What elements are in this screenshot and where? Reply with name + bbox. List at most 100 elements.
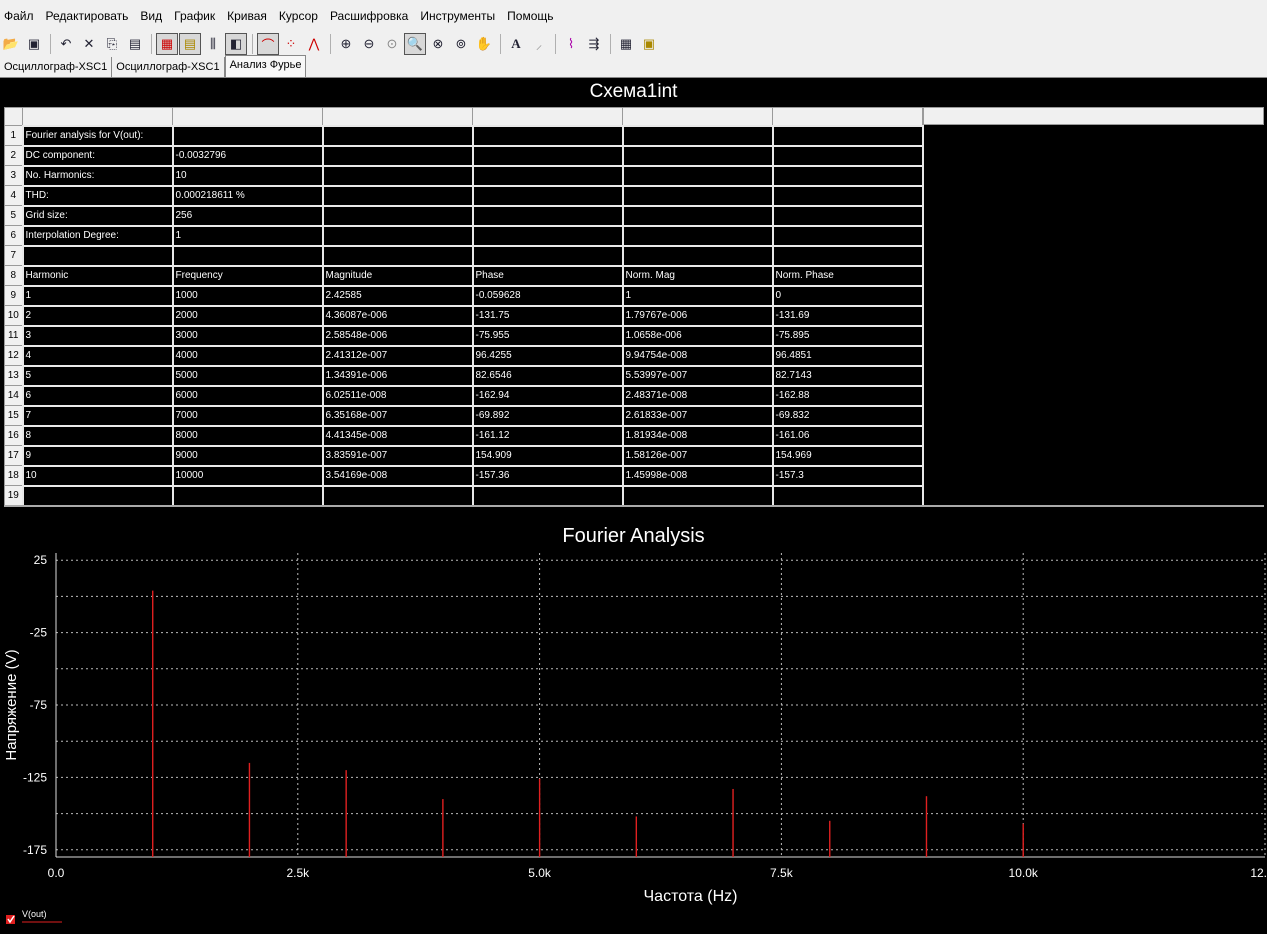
curve-icon[interactable]: ⌒: [257, 33, 279, 55]
table-cell[interactable]: -162.88: [771, 384, 924, 407]
table-cell[interactable]: 4.41345e-008: [321, 424, 474, 447]
zoom-in-icon[interactable]: ⊕: [335, 33, 357, 55]
table-cell[interactable]: [471, 244, 624, 267]
row-number[interactable]: 3: [4, 165, 23, 186]
table-cell[interactable]: -0.0032796: [171, 144, 324, 167]
table-cell[interactable]: [621, 184, 774, 207]
tab-2[interactable]: Анализ Фурье: [224, 55, 307, 77]
table-cell[interactable]: 154.909: [471, 444, 624, 467]
table-cell[interactable]: [771, 244, 924, 267]
tab-1[interactable]: Осциллограф-XSC1: [112, 57, 225, 77]
table-cell[interactable]: [771, 484, 924, 507]
column-header[interactable]: [22, 107, 173, 126]
menu-item-8[interactable]: Помощь: [507, 9, 559, 23]
table-cell[interactable]: [21, 484, 174, 507]
table-cell[interactable]: 1.58126e-007: [621, 444, 774, 467]
table-cell[interactable]: [321, 184, 474, 207]
table-cell[interactable]: -162.94: [471, 384, 624, 407]
table-cell[interactable]: -131.69: [771, 304, 924, 327]
table-cell[interactable]: -69.832: [771, 404, 924, 427]
zoom-area-icon[interactable]: 🔍: [404, 33, 426, 55]
table-cell[interactable]: 1.34391e-006: [321, 364, 474, 387]
table-cell[interactable]: 8000: [171, 424, 324, 447]
calculator-icon[interactable]: ▣: [638, 33, 660, 55]
table-cell[interactable]: [471, 144, 624, 167]
table-cell[interactable]: 256: [171, 204, 324, 227]
table-cell[interactable]: Norm. Phase: [771, 264, 924, 287]
table-cell[interactable]: -75.895: [771, 324, 924, 347]
menu-item-1[interactable]: Редактировать: [46, 9, 135, 23]
table-cell[interactable]: Frequency: [171, 264, 324, 287]
table-cell[interactable]: -69.892: [471, 404, 624, 427]
table-cell[interactable]: 154.969: [771, 444, 924, 467]
table-cell[interactable]: Magnitude: [321, 264, 474, 287]
table-cell[interactable]: 4.36087e-006: [321, 304, 474, 327]
column-header[interactable]: [472, 107, 623, 126]
table-cell[interactable]: 82.6546: [471, 364, 624, 387]
properties-icon[interactable]: ▦: [615, 33, 637, 55]
legend-icon[interactable]: ▤: [179, 33, 201, 55]
table-cell[interactable]: 1.81934e-008: [621, 424, 774, 447]
tab-0[interactable]: Осциллограф-XSC1: [0, 57, 113, 77]
paste-icon[interactable]: ▤: [124, 33, 146, 55]
export-icon[interactable]: ⇶: [583, 33, 605, 55]
table-cell[interactable]: 2.58548e-006: [321, 324, 474, 347]
row-number[interactable]: 5: [4, 205, 23, 226]
table-cell[interactable]: [471, 184, 624, 207]
table-cell[interactable]: [171, 244, 324, 267]
table-cell[interactable]: 1.45998e-008: [621, 464, 774, 487]
row-number[interactable]: 18: [4, 465, 23, 486]
table-cell[interactable]: [771, 164, 924, 187]
table-cell[interactable]: -157.36: [471, 464, 624, 487]
table-cell[interactable]: 6: [21, 384, 174, 407]
row-number[interactable]: 14: [4, 385, 23, 406]
table-cell[interactable]: 3.83591e-007: [321, 444, 474, 467]
row-number[interactable]: 11: [4, 325, 23, 346]
table-cell[interactable]: 9000: [171, 444, 324, 467]
table-cell[interactable]: [321, 204, 474, 227]
table-cell[interactable]: 9: [21, 444, 174, 467]
table-cell[interactable]: -161.12: [471, 424, 624, 447]
table-cell[interactable]: 2: [21, 304, 174, 327]
table-cell[interactable]: 96.4255: [471, 344, 624, 367]
row-number[interactable]: 10: [4, 305, 23, 326]
table-cell[interactable]: [171, 484, 324, 507]
table-cell[interactable]: DC component:: [21, 144, 174, 167]
table-cell[interactable]: 10000: [171, 464, 324, 487]
row-number[interactable]: 4: [4, 185, 23, 206]
cut-icon[interactable]: ✕: [78, 33, 100, 55]
table-cell[interactable]: [321, 224, 474, 247]
table-cell[interactable]: [321, 124, 474, 147]
table-cell[interactable]: 96.4851: [771, 344, 924, 367]
table-cell[interactable]: [771, 124, 924, 147]
row-number[interactable]: 2: [4, 145, 23, 166]
table-cell[interactable]: 2.61833e-007: [621, 404, 774, 427]
menu-item-2[interactable]: Вид: [140, 9, 168, 23]
fourier-chart[interactable]: 25 -25 -75 -125 -1750.0 2.5k 5.0k 7.5k 10.0k 12.5…: [0, 545, 1267, 905]
table-cell[interactable]: Fourier analysis for V(out):: [21, 124, 174, 147]
column-header[interactable]: [172, 107, 323, 126]
table-cell[interactable]: 5: [21, 364, 174, 387]
table-cell[interactable]: 7000: [171, 404, 324, 427]
table-cell[interactable]: -157.3: [771, 464, 924, 487]
table-cell[interactable]: [471, 164, 624, 187]
chart-type-icon[interactable]: ⫼: [202, 33, 224, 55]
table-cell[interactable]: 4000: [171, 344, 324, 367]
table-cell[interactable]: [771, 184, 924, 207]
table-cell[interactable]: -75.955: [471, 324, 624, 347]
table-cell[interactable]: [621, 144, 774, 167]
table-cell[interactable]: 5.53997e-007: [621, 364, 774, 387]
table-cell[interactable]: 8: [21, 424, 174, 447]
table-cell[interactable]: 82.7143: [771, 364, 924, 387]
table-cell[interactable]: [621, 244, 774, 267]
table-cell[interactable]: [771, 144, 924, 167]
zoom-x-icon[interactable]: ⊗: [427, 33, 449, 55]
table-cell[interactable]: 10: [21, 464, 174, 487]
undo-icon[interactable]: ↶: [55, 33, 77, 55]
row-number[interactable]: 16: [4, 425, 23, 446]
menu-item-0[interactable]: Файл: [4, 9, 40, 23]
table-cell[interactable]: 3.54169e-008: [321, 464, 474, 487]
table-cell[interactable]: -161.06: [771, 424, 924, 447]
table-cell[interactable]: 0.000218611 %: [171, 184, 324, 207]
table-cell[interactable]: 0: [771, 284, 924, 307]
